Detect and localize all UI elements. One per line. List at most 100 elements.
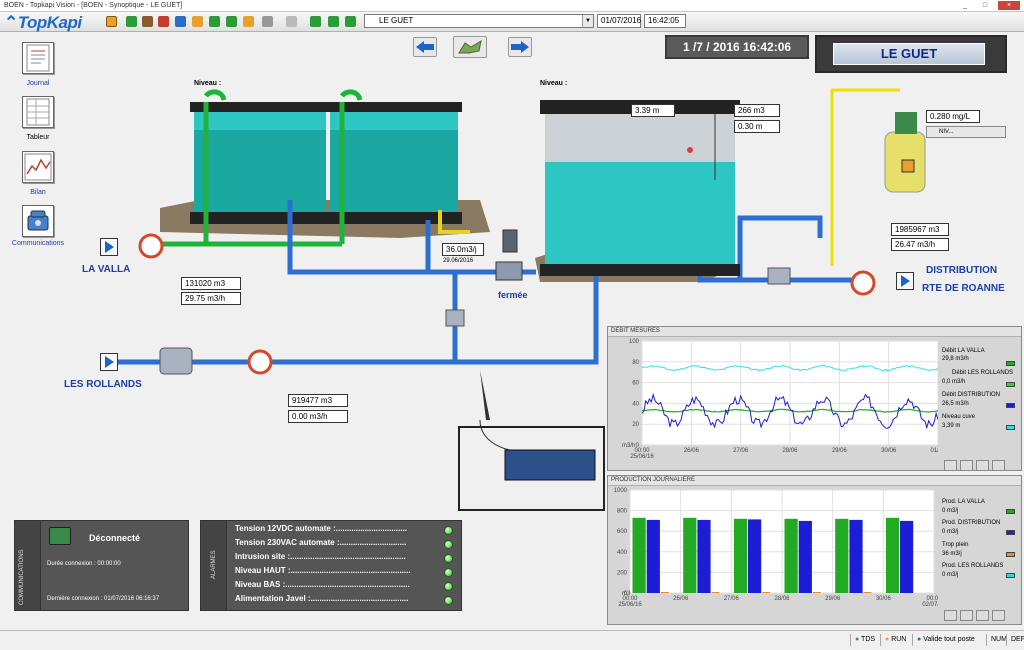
chlorine-mini-panel[interactable]: NIV...	[926, 126, 1006, 138]
legend-prod-distribution-value: 0 m3/j	[942, 529, 959, 535]
alarm-label: Tension 230VAC automate :...............…	[235, 538, 407, 547]
legend-prod-distribution: Prod. DISTRIBUTION	[942, 520, 1001, 526]
status-led-icon	[444, 540, 453, 549]
x-tick-label: 25/06/16	[618, 602, 642, 608]
last-connection: Dernière connexion : 01/07/2016 06:16:37	[47, 596, 160, 602]
x-tick-label: 26/06	[684, 448, 700, 454]
legend-prod-la-valla: Prod. LA VALLA	[942, 499, 985, 505]
bar-prod-distribution-27-06	[748, 519, 762, 593]
legend-prod-les-rollands: Prod. LES ROLLANDS	[942, 563, 1004, 569]
distribution-label[interactable]: DISTRIBUTION	[926, 265, 997, 276]
y-tick-label: 800	[617, 509, 628, 515]
x-tick-label: 28/06	[774, 596, 790, 602]
status-led-icon	[444, 568, 453, 577]
bar-prod-distribution-26-06	[697, 519, 711, 593]
chart-export-button[interactable]	[976, 610, 989, 621]
distribution-flow: 26.47 m3/h	[891, 238, 949, 251]
phone-status-icon[interactable]	[49, 527, 71, 545]
status-led-icon	[444, 582, 453, 591]
valve-state: fermée	[498, 290, 528, 300]
bar-prod-la-valla-26-06	[683, 517, 697, 593]
status-def: DEF	[1006, 634, 1024, 646]
bar-trop-plein-28-06	[812, 592, 821, 593]
x-tick-label: 30/06	[881, 448, 897, 454]
status-led-icon	[444, 526, 453, 535]
status-tds: ● TDS	[850, 634, 875, 646]
bar-prod-la-valla-28-06	[784, 518, 798, 593]
tank-height-value: 0.30 m	[734, 120, 780, 133]
y-tick-label: 200	[617, 570, 628, 576]
y-tick-label: 600	[617, 529, 628, 535]
production-chart-panel: PRODUCTION JOURNALIERE 0 200 400 600 800 1000…	[607, 475, 1022, 625]
bar-prod-la-valla-29-06	[835, 518, 849, 593]
status-led-icon	[444, 554, 453, 563]
tank2-top	[328, 102, 462, 112]
tank1-top	[190, 102, 330, 112]
legend-debit-la-valla: Débit LA VALLA	[942, 348, 985, 354]
legend-niveau-cuve: Niveau cuve	[942, 414, 976, 420]
status-run-label: RUN	[891, 636, 907, 643]
legend-prod-les-rollands-value: 0 m3/j	[942, 572, 959, 578]
legend-debit-distribution: Débit DISTRIBUTION	[942, 392, 1001, 398]
tank1-surface	[194, 112, 326, 130]
legend-debit-la-valla-value: 29,8 m3/h	[942, 356, 969, 362]
legend-trop-plein-value: 36 m3/j	[942, 551, 962, 557]
alarm-row-javel: Alimentation Javel :....................…	[235, 594, 465, 607]
overflow-date: 29.06/2016	[443, 258, 474, 264]
distribution-play-button[interactable]	[896, 272, 914, 290]
les-rollands-label[interactable]: LES ROLLANDS	[64, 379, 142, 390]
x-tick-label: 27/06	[724, 596, 740, 602]
alarms-panel: ALARMES Tension 12VDC automate :........…	[200, 520, 462, 611]
legend-debit-les-rollands-value: 0,0 m3/h	[942, 379, 966, 385]
y-axis-label: m3	[622, 591, 631, 597]
alarm-label: Intrusion site :........................…	[235, 552, 406, 561]
connection-status: Déconnecté	[89, 533, 141, 543]
les-rollands-play-button[interactable]	[100, 353, 118, 371]
la-valla-label[interactable]: LA VALLA	[82, 264, 130, 275]
bar-prod-la-valla-27-06	[733, 518, 748, 593]
overflow-flow-value: 36.0m3/j	[442, 243, 484, 256]
legend-debit-distribution-value: 26,5 m3/h	[942, 401, 969, 407]
bar-prod-distribution-25-06	[646, 519, 660, 593]
alarm-row-niveau-haut: Niveau HAUT :...........................…	[235, 566, 465, 579]
play-icon	[104, 356, 114, 368]
status-valide: ● Valide tout poste	[912, 634, 975, 646]
chart-settings-button[interactable]	[992, 460, 1005, 471]
chart-export-button[interactable]	[976, 460, 989, 471]
status-led-icon	[444, 596, 453, 605]
legend-trop-plein: Trop plein	[942, 542, 969, 548]
tank1-bottom	[190, 212, 330, 224]
la-valla-volume: 131020 m3	[181, 277, 241, 290]
alarm-label: Niveau BAS :............................…	[235, 580, 410, 589]
chart-zoom-button[interactable]	[944, 460, 957, 471]
big-tank-air	[545, 114, 735, 162]
production-chart-svg: 0200400600800100000:0025/06/1626/06 27/06…	[614, 488, 938, 608]
bar-prod-la-valla-30-06	[885, 517, 900, 593]
production-chart-title: PRODUCTION JOURNALIERE	[608, 476, 1021, 486]
legend-debit-les-rollands: Débit LES ROLLANDS	[952, 370, 1014, 376]
chart-print-button[interactable]	[960, 610, 973, 621]
alarms-vertical-label: ALARMES	[211, 550, 217, 579]
x-tick-label: 28/06	[782, 448, 798, 454]
la-valla-play-button[interactable]	[100, 238, 118, 256]
legend-swatch	[1006, 552, 1015, 557]
play-icon	[900, 275, 910, 287]
bar-prod-distribution-29-06	[849, 519, 863, 593]
alarm-row-230vac: Tension 230VAC automate :...............…	[235, 538, 465, 551]
bar-trop-plein-29-06	[863, 592, 872, 593]
chart-settings-button[interactable]	[992, 610, 1005, 621]
status-num: NUM	[986, 634, 1007, 646]
alarm-label: Tension 12VDC automate :................…	[235, 524, 407, 533]
distribution-label-2[interactable]: RTE DE ROANNE	[922, 283, 1005, 294]
distribution-volume: 1985967 m3	[891, 223, 949, 236]
y-axis-label: m3/h	[622, 443, 635, 449]
chart-zoom-button[interactable]	[944, 610, 957, 621]
legend-swatch	[1006, 361, 1015, 366]
communications-vertical-label: COMMUNICATIONS	[19, 549, 25, 605]
chlorine-mini-label: NIV...	[939, 129, 954, 135]
alarm-row-12vdc: Tension 12VDC automate :................…	[235, 524, 465, 537]
x-tick-label: 25/06/16	[630, 454, 654, 460]
chart-print-button[interactable]	[960, 460, 973, 471]
legend-niveau-cuve-value: 3,39 m	[942, 423, 961, 429]
communications-panel: COMMUNICATIONS Déconnecté Durée connexio…	[14, 520, 189, 611]
